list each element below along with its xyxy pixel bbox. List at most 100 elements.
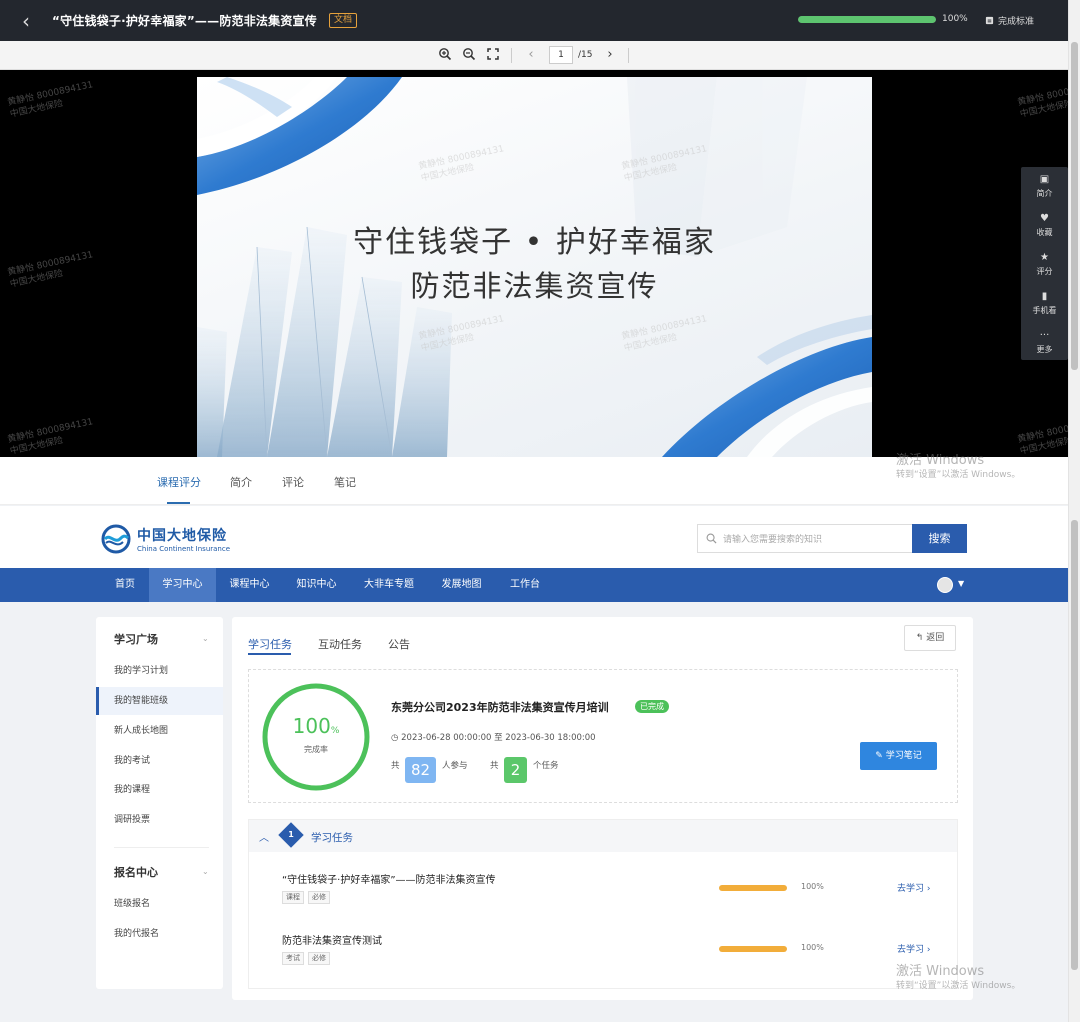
zoom-out-icon[interactable] [461, 47, 477, 63]
tasks-prefix: 共 [490, 761, 499, 771]
training-date-range: ◷ 2023-06-28 00:00:00 至 2023-06-30 18:00… [391, 733, 596, 743]
next-page-icon[interactable]: › [602, 47, 618, 63]
status-badge: 已完成 [635, 700, 669, 713]
logo-english-name: China Continent Insurance [137, 545, 231, 553]
company-logo[interactable]: 中国大地保险 China Continent Insurance [101, 524, 230, 554]
more-icon: ··· [1039, 330, 1050, 341]
sidebar-item-my-courses[interactable]: 我的课程 [96, 776, 223, 804]
document-topbar: ‹ “守住钱袋子·护好幸福家”——防范非法集资宣传 文档 100% 完成标准 [0, 0, 1080, 41]
nav-development-map[interactable]: 发展地图 [428, 568, 495, 602]
page-root: ‹ “守住钱袋子·护好幸福家”——防范非法集资宣传 文档 100% 完成标准 ‹… [0, 0, 1080, 1022]
nav-course-center[interactable]: 课程中心 [216, 568, 283, 602]
side-tool-favorite[interactable]: ♥ 收藏 [1021, 206, 1068, 245]
completion-standard-label: 完成标准 [998, 17, 1035, 27]
task-row-title: “守住钱袋子·护好幸福家”——防范非法集资宣传 [282, 875, 496, 886]
slide-page: 黄静怡 8000894131 中国大地保险 黄静怡 8000894131 中国大地保… [197, 77, 872, 457]
sidebar-item-growth-map[interactable]: 新人成长地图 [96, 717, 223, 745]
tab-learning-tasks[interactable]: 学习任务 [248, 636, 292, 652]
task-required-tag: 必修 [308, 891, 330, 904]
toolbar-divider [511, 48, 512, 63]
watermark: 黄静怡 8000894131 中国大地保险 [6, 250, 94, 290]
info-icon: ▣ [1039, 174, 1050, 185]
side-tool-mobile[interactable]: ▮ 手机看 [1021, 284, 1068, 323]
previous-page-icon[interactable]: ‹ [523, 47, 539, 63]
star-icon: ★ [1040, 252, 1049, 263]
completion-standard-button[interactable]: 完成标准 [985, 14, 1034, 27]
document-type-badge: 文档 [328, 13, 357, 28]
tasks-count: 2 [504, 757, 527, 783]
watermark: 黄静怡 8000894131 中国大地保险 [6, 417, 94, 457]
sidebar-item-class-enrollment[interactable]: 班级报名 [96, 890, 223, 918]
go-learn-link[interactable]: 去学习 › [897, 881, 930, 894]
tasks-suffix: 个任务 [533, 761, 559, 771]
tab-intro[interactable]: 简介 [230, 474, 252, 490]
tab-notes[interactable]: 笔记 [334, 474, 356, 490]
go-learn-link[interactable]: 去学习 › [897, 942, 930, 955]
sidebar-item-survey-vote[interactable]: 调研投票 [96, 806, 223, 834]
document-title: “守住钱袋子·护好幸福家”——防范非法集资宣传 [52, 14, 317, 28]
nav-learning-center[interactable]: 学习中心 [149, 568, 216, 602]
study-notes-button[interactable]: ✎ 学习笔记 [860, 742, 937, 770]
watermark: 黄静怡 8000894131 中国大地保险 [6, 80, 94, 120]
chevron-up-icon[interactable]: ︿ [259, 829, 269, 844]
side-tool-more[interactable]: ··· 更多 [1021, 323, 1068, 362]
side-tool-intro[interactable]: ▣ 简介 [1021, 167, 1068, 206]
clipboard-icon [985, 16, 994, 25]
heart-icon: ♥ [1040, 213, 1049, 224]
chevron-down-icon[interactable]: ⌄ [202, 634, 209, 643]
participants-prefix: 共 [391, 761, 400, 771]
watermark: 黄静怡 8000894131 中国大地保险 [1016, 80, 1068, 120]
active-tab-indicator [167, 502, 190, 504]
search-button[interactable]: 搜索 [912, 524, 967, 553]
tab-comments[interactable]: 评论 [282, 474, 304, 490]
sidebar-group-learning-square[interactable]: 学习广场 [114, 631, 158, 647]
clock-icon: ◷ [391, 733, 402, 743]
back-arrow-icon[interactable]: ‹ [0, 9, 52, 33]
sidebar-item-my-exams[interactable]: 我的考试 [96, 747, 223, 775]
document-viewer: 黄静怡 8000894131 中国大地保险 黄静怡 8000894131 中国大地保… [0, 70, 1068, 457]
scrollbar-thumb[interactable] [1071, 42, 1078, 370]
toolbar-divider [628, 48, 629, 63]
participants-suffix: 人参与 [442, 761, 468, 771]
task-section: ︿ 1 学习任务 “守住钱袋子·护好幸福家”——防范非法集资宣传 课程 必修 1… [248, 819, 958, 989]
tab-course-rating[interactable]: 课程评分 [157, 474, 201, 490]
side-tool-rate[interactable]: ★ 评分 [1021, 245, 1068, 284]
scrollbar-thumb[interactable] [1071, 520, 1078, 970]
logo-mark-icon [101, 524, 131, 554]
learning-progress-text: 100% [942, 14, 968, 24]
sidebar-group-enrollment-center[interactable]: 报名中心 [114, 864, 158, 880]
task-type-tag: 考试 [282, 952, 304, 965]
sidebar-item-proxy-enrollment[interactable]: 我的代报名 [96, 920, 223, 948]
search-input[interactable]: 请输入您需要搜索的知识 [697, 524, 913, 553]
main-navigation: 首页 学习中心 课程中心 知识中心 大非车专题 发展地图 工作台 ▼ [0, 568, 1068, 602]
page-number-input[interactable]: 1 [549, 46, 573, 64]
training-title: 东莞分公司2023年防范非法集资宣传月培训 [391, 701, 609, 714]
learning-progress-bar [798, 16, 936, 23]
nav-workbench[interactable]: 工作台 [495, 568, 555, 602]
task-section-header[interactable]: ︿ 1 学习任务 [249, 820, 957, 852]
caret-down-icon[interactable]: ▼ [958, 579, 964, 588]
section-number: 1 [288, 830, 294, 839]
left-sidebar: 学习广场 ⌄ 我的学习计划 我的智能班级 新人成长地图 我的考试 我的课程 调研… [96, 617, 223, 989]
edit-note-icon: ✎ [875, 751, 886, 761]
return-arrow-icon: ↰ [915, 633, 927, 643]
chevron-down-icon[interactable]: ⌄ [202, 867, 209, 876]
tab-interactive-tasks[interactable]: 互动任务 [318, 636, 362, 652]
nav-non-auto-topic[interactable]: 大非车专题 [350, 568, 428, 602]
tab-announcements[interactable]: 公告 [388, 636, 410, 652]
active-tab-indicator [248, 653, 291, 655]
page-scrollbar[interactable] [1068, 0, 1080, 1022]
section-title: 学习任务 [311, 832, 353, 844]
site-header: 中国大地保险 China Continent Insurance 请输入您需要搜… [0, 506, 1068, 568]
page-total: /15 [578, 50, 593, 60]
nav-home[interactable]: 首页 [101, 568, 149, 602]
learning-progress-fill [798, 16, 936, 23]
fullscreen-icon[interactable] [485, 47, 501, 63]
zoom-in-icon[interactable] [437, 47, 453, 63]
avatar[interactable] [937, 577, 953, 593]
mobile-icon: ▮ [1041, 291, 1048, 302]
nav-knowledge-center[interactable]: 知识中心 [283, 568, 350, 602]
back-button[interactable]: ↰ 返回 [904, 625, 956, 651]
sidebar-item-my-plan[interactable]: 我的学习计划 [96, 657, 223, 685]
sidebar-item-my-smart-class[interactable]: 我的智能班级 [96, 687, 223, 715]
